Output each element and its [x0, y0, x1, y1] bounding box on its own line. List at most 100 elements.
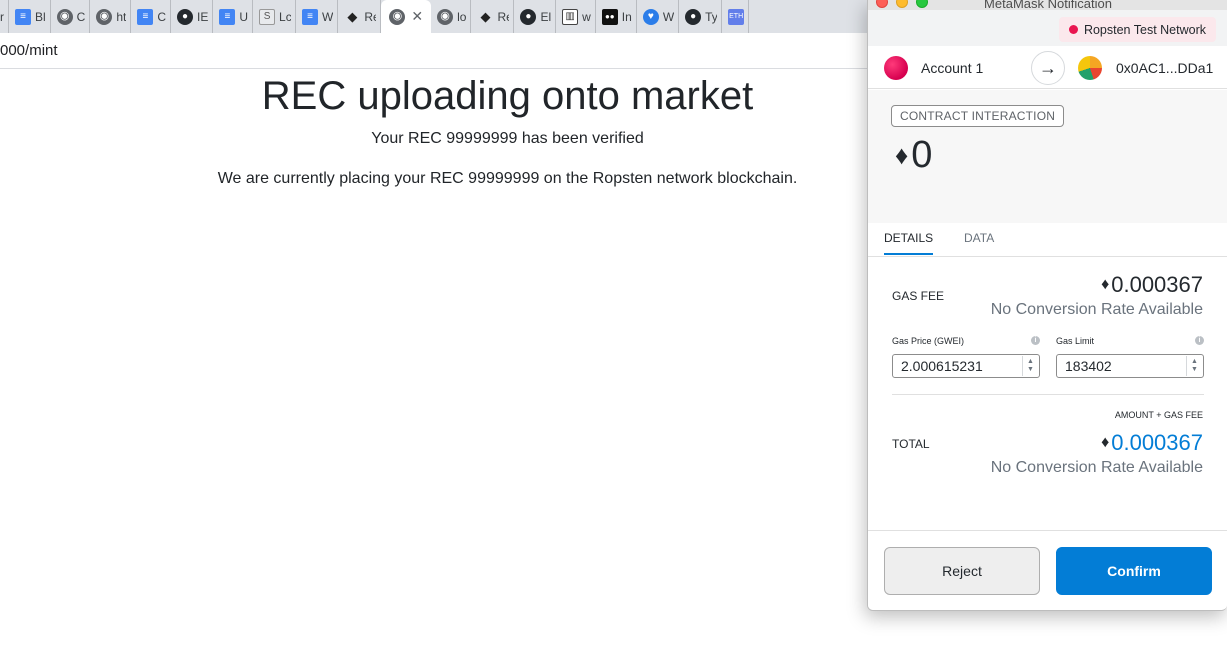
tab-title: Re [364, 9, 376, 24]
amount-plus-gas-label: AMOUNT + GAS FEE [1114, 410, 1203, 420]
browser-tab[interactable]: ◆ Re [471, 0, 515, 33]
browser-tab[interactable]: S Lc [253, 0, 297, 33]
details-data-tabs: DETAILS DATA [868, 223, 1227, 257]
browser-tab[interactable]: ◉ C [51, 0, 91, 33]
browser-tab[interactable]: ◉ ✕ [381, 0, 432, 33]
browser-tab[interactable]: ◆ Re [338, 0, 382, 33]
github-icon: ● [685, 8, 702, 25]
browser-tab[interactable]: ETH [722, 0, 750, 33]
page-title: REC uploading onto market [261, 74, 754, 118]
close-tab-icon[interactable]: ✕ [411, 8, 423, 25]
gas-limit-value: 183402 [1065, 358, 1112, 374]
eth-icon: ETH [728, 8, 745, 25]
browser-tab[interactable]: ◉ ht [90, 0, 132, 33]
confirm-button[interactable]: Confirm [1056, 547, 1212, 595]
gas-limit-input[interactable]: 183402 ▲ ▼ [1056, 354, 1204, 378]
from-account-avatar [884, 56, 908, 80]
globe-icon: ◉ [96, 8, 113, 25]
account-transfer-row: Account 1 → 0x0AC1...DDa1 [868, 47, 1227, 89]
gas-fee-conversion: No Conversion Rate Available [990, 301, 1203, 318]
browser-tab[interactable]: ●● In [596, 0, 637, 33]
chevron-down-icon[interactable]: ▼ [1191, 366, 1198, 374]
browser-tab[interactable]: r [0, 0, 9, 33]
doc-icon: ≡ [302, 8, 319, 25]
gas-fee-amount: 0.000367 [1111, 272, 1203, 297]
gas-price-input[interactable]: 2.000615231 ▲ ▼ [892, 354, 1040, 378]
globe-icon: ◉ [56, 8, 73, 25]
browser-tab[interactable]: ● Ty [679, 0, 723, 33]
chevron-up-icon[interactable]: ▲ [1191, 358, 1198, 366]
browser-tab[interactable]: ▥ w [556, 0, 596, 33]
gas-fee-value: ♦ 0.000367 [1101, 272, 1203, 298]
globe-icon: ◉ [389, 8, 406, 25]
tab-data[interactable]: DATA [964, 231, 994, 253]
chevron-down-icon[interactable]: ▼ [1027, 366, 1034, 374]
tab-title: ht [116, 9, 127, 24]
browser-tab[interactable]: ≡ W [296, 0, 339, 33]
metamask-popup: MetaMask Notification Ropsten Test Netwo… [867, 0, 1227, 611]
tab-details[interactable]: DETAILS [884, 231, 934, 255]
tab-title: IE [197, 9, 209, 24]
browser-tab[interactable]: ● IE [171, 0, 214, 33]
total-label: TOTAL [892, 437, 930, 451]
url-text[interactable]: 000/mint [0, 42, 58, 59]
reject-button[interactable]: Reject [884, 547, 1040, 595]
globe-icon: ◉ [437, 8, 454, 25]
amount-value: 0 [911, 134, 933, 176]
s-icon: S [259, 8, 276, 25]
eth-icon: ♦ [895, 140, 909, 170]
tab-title: W [662, 9, 675, 24]
from-account-name[interactable]: Account 1 [921, 60, 983, 76]
popup-header: Ropsten Test Network [868, 10, 1227, 46]
tab-title: lo [457, 9, 467, 24]
doc-icon: ≡ [219, 8, 236, 25]
browser-tab[interactable]: ● El [514, 0, 557, 33]
gas-price-stepper[interactable]: ▲ ▼ [1022, 356, 1038, 376]
tab-title: C [76, 9, 86, 24]
network-name: Ropsten Test Network [1083, 22, 1206, 37]
browser-tab[interactable]: ≡ Bl [9, 0, 51, 33]
browser-tab[interactable]: ♥ W [637, 0, 680, 33]
arrow-right-icon: → [1031, 51, 1065, 85]
doc-icon: ≡ [15, 8, 31, 25]
tab-title: Ty [705, 9, 718, 24]
book-icon: ▥ [562, 8, 579, 25]
transaction-amount: ♦ 0 [895, 134, 932, 177]
gas-price-label: Gas Price (GWEI) [892, 336, 965, 346]
info-icon[interactable]: i [1031, 336, 1040, 345]
browser-tab[interactable]: ≡ U [213, 0, 254, 33]
eth-icon: ♦ [1101, 434, 1110, 451]
tab-title: W [322, 9, 334, 24]
divider [892, 394, 1204, 395]
verified-message: Your REC 99999999 has been verified [371, 130, 644, 147]
github-icon: ● [177, 8, 194, 25]
media-icon: ●● [601, 8, 618, 25]
chevron-up-icon[interactable]: ▲ [1027, 358, 1034, 366]
tab-title: Lc [279, 9, 292, 24]
tab-title: U [239, 9, 249, 24]
gas-fee-label: GAS FEE [892, 289, 945, 303]
metamask-icon: ◆ [347, 9, 358, 24]
gas-limit-stepper[interactable]: ▲ ▼ [1186, 356, 1202, 376]
tab-title: El [540, 9, 552, 24]
doc-icon: ≡ [137, 8, 154, 25]
to-address-avatar [1078, 56, 1102, 80]
popup-titlebar: MetaMask Notification [868, 0, 1227, 11]
github-icon: ● [520, 8, 537, 25]
browser-tab[interactable]: ◉ lo [431, 0, 472, 33]
to-address[interactable]: 0x0AC1...DDa1 [1116, 60, 1213, 76]
info-icon[interactable]: i [1195, 336, 1204, 345]
tab-title: C [157, 9, 167, 24]
total-value: ♦ 0.000367 [1101, 430, 1203, 456]
browser-tab[interactable]: ≡ C [131, 0, 172, 33]
contract-interaction-badge: CONTRACT INTERACTION [891, 105, 1065, 127]
total-amount: 0.000367 [1111, 430, 1203, 455]
total-conversion: No Conversion Rate Available [990, 459, 1203, 476]
network-indicator[interactable]: Ropsten Test Network [1058, 17, 1216, 42]
tab-title: In [621, 9, 632, 24]
tab-title: r [0, 9, 4, 24]
heart-icon: ♥ [642, 8, 659, 25]
transaction-summary: CONTRACT INTERACTION ♦ 0 [868, 90, 1227, 223]
tab-title: Re [497, 9, 509, 24]
tab-title: Bl [35, 9, 46, 24]
